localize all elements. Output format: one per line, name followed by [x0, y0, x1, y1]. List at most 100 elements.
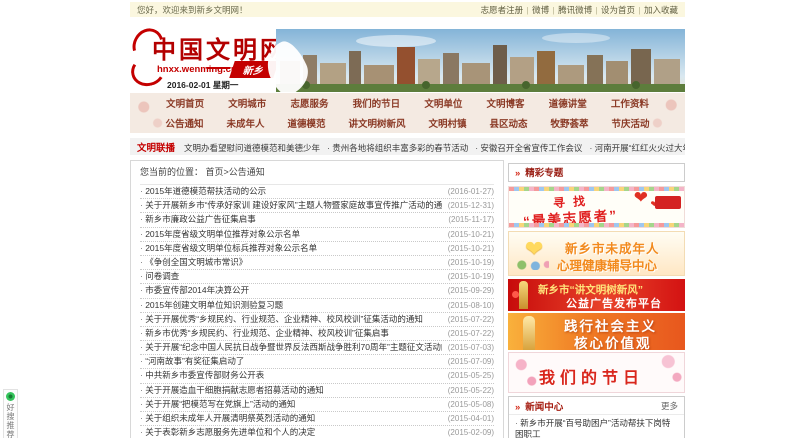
topics-header: »精彩专题 — [508, 163, 685, 182]
nav-item[interactable]: 工作资料 — [611, 96, 649, 110]
double-arrow-icon: » — [515, 402, 520, 413]
site-logo[interactable]: 中国文明网 — [152, 30, 287, 65]
nav-item[interactable]: 我们的节日 — [353, 96, 401, 110]
city-skyline-photo — [276, 29, 685, 92]
notice-row: 关于开展“纪念中国人民抗日战争暨世界反法西斯战争胜利70周年”主题征文活动的通知… — [140, 341, 494, 355]
nav-item[interactable]: 牧野荟萃 — [550, 116, 588, 130]
topbar-link[interactable]: 设为首页 — [601, 5, 635, 15]
separator: | — [593, 5, 600, 15]
notice-link[interactable]: 关于开展造血干细胞捐献志愿者招募活动的通知 — [140, 384, 324, 397]
ticker-item[interactable]: · 河南开展“红红火火过大年”志 — [589, 143, 685, 153]
nav-item[interactable]: 文明首页 — [166, 96, 204, 110]
header-date: 2016-02-01 星期一 — [167, 79, 238, 91]
notice-row: 市委宣传部2014年决算公开 (2015-09-29) — [140, 284, 494, 298]
banner-badge — [655, 196, 681, 209]
breadcrumb-prefix: 您当前的位置： — [140, 167, 203, 177]
notice-link[interactable]: 2015年创建文明单位知识测验复习题 — [140, 299, 283, 312]
nav-item[interactable]: 讲文明树新风 — [348, 116, 405, 130]
notice-link[interactable]: 问卷调查 — [140, 270, 179, 283]
notice-date: (2015-10-21) — [448, 228, 494, 241]
notice-date: (2015-12-31) — [448, 199, 494, 212]
banner-text: 我们的节日 — [539, 364, 644, 388]
main-nav: 文明首页 文明城市 志愿服务 我们的节日 文明单位 文明博客 道德讲堂 工作资料 公告通知 未成… — [130, 93, 685, 133]
banner-best-volunteers[interactable]: 寻找 “最美志愿者” ❤ ❤ — [508, 186, 685, 228]
notice-date: (2015-07-09) — [448, 355, 494, 368]
notice-row: 问卷调查(2015-10-19) — [140, 270, 494, 284]
plugin-icon — [6, 392, 15, 401]
nav-item[interactable]: 未成年人 — [226, 116, 264, 130]
nav-row-2: 公告通知 未成年人 道德模范 讲文明树新风 文明村镇 县区动态 牧野荟萃 节庆活动 — [130, 113, 685, 133]
topbar-link[interactable]: 微博 — [532, 5, 549, 15]
notice-link[interactable]: 关于开展优秀“乡规民约、行业规范、企业精神、校风校训”征集活动的通知 — [140, 313, 423, 326]
notice-date: (2015-02-09) — [448, 426, 494, 438]
notice-link[interactable]: 2015年度省级文明单位标兵推荐对象公示名单 — [140, 242, 317, 255]
notice-link[interactable]: 2015年道德模范帮扶活动的公示 — [140, 185, 266, 198]
notice-link[interactable]: 关于组织未成年人开展清明祭英烈活动的通知 — [140, 412, 315, 425]
ticker-items: 文明办看望慰问道德模范和美德少年 · 贵州各地将组织丰富多彩的春节活动 · 安徽召开… — [184, 138, 685, 155]
notice-link[interactable]: 新乡市优秀“乡规民约、行业规范、企业精神、校风校训”征集启事 — [140, 327, 389, 340]
notice-link[interactable]: 中共新乡市委宣传部财务公开表 — [140, 369, 264, 382]
banner-text: 公益广告发布平台 — [566, 295, 662, 311]
notice-link[interactable]: 关于开展新乡市“传承好家训 建设好家风”主题人物暨家庭故事宣传推广活动的通知 — [140, 199, 442, 212]
notice-date: (2015-07-22) — [448, 313, 494, 326]
notice-row: 2015年道德模范帮扶活动的公示(2016-01-27) — [140, 185, 494, 199]
site-url: hnxx.wenming.cn — [157, 64, 237, 75]
browser-plugin-widget[interactable]: 好搜推荐 — [3, 389, 18, 438]
more-link[interactable]: 更多 — [661, 400, 678, 412]
notice-row: 关于开展“把模范写在党旗上”活动的通知 (2015-05-08) — [140, 398, 494, 412]
notice-link[interactable]: 《争创全国文明城市常识》 — [140, 256, 247, 269]
notice-date: (2015-10-21) — [448, 242, 494, 255]
nav-item[interactable]: 文明村镇 — [428, 116, 466, 130]
notice-date: (2015-09-29) — [448, 284, 494, 297]
notice-link[interactable]: 关于开展“把模范写在党旗上”活动的通知 — [140, 398, 295, 411]
notice-date: (2015-10-19) — [448, 256, 494, 269]
notice-row: 关于开展优秀“乡规民约、行业规范、企业精神、校风校训”征集活动的通知 (2015-… — [140, 313, 494, 327]
banner-minors-counseling-center[interactable]: ❤ 新乡市未成年人 心理健康辅导中心 — [508, 231, 685, 276]
ticker-item[interactable]: 文明办看望慰问道德模范和美德少年 — [184, 143, 320, 153]
notice-date: (2015-05-25) — [448, 369, 494, 382]
news-center-panel: »新闻中心 更多 新乡市开展“百号助困户”活动帮扶下岗特困职工 — [508, 396, 685, 438]
sidebar: »精彩专题 寻找 “最美志愿者” ❤ ❤ ❤ 新乡市未成年人 心理健康辅导中心 … — [508, 163, 685, 438]
banner-psa-platform[interactable]: 新乡市“讲文明树新风” 公益广告发布平台 — [508, 279, 685, 311]
separator: | — [636, 5, 643, 15]
notice-link[interactable]: 关于表彰新乡志愿服务先进单位和个人的决定 — [140, 426, 315, 438]
topbar-link[interactable]: 志愿者注册 — [481, 5, 524, 15]
nav-item[interactable]: 节庆活动 — [611, 116, 649, 130]
notice-row: 新乡市优秀“乡规民约、行业规范、企业精神、校风校训”征集启事 (2015-07-2… — [140, 327, 494, 341]
topbar-link[interactable]: 腾讯微博 — [558, 5, 592, 15]
ticker-item[interactable]: · 贵州各地将组织丰富多彩的春节活动 — [327, 143, 468, 153]
nav-item[interactable]: 公告通知 — [165, 116, 203, 130]
ticker-item[interactable]: · 安徽召开全省宣传工作会议 — [475, 143, 582, 153]
nav-item[interactable]: 志愿服务 — [290, 96, 328, 110]
news-ticker: 文明联播 文明办看望慰问道德模范和美德少年 · 贵州各地将组织丰富多彩的春节活动 ·… — [130, 138, 685, 155]
notice-date: (2015-07-22) — [448, 327, 494, 340]
ticker-label: 文明联播 — [137, 140, 175, 154]
notice-row: 2015年度省级文明单位标兵推荐对象公示名单 (2015-10-21) — [140, 242, 494, 256]
notice-row: 《争创全国文明城市常识》 (2015-10-19) — [140, 256, 494, 270]
topbar-link[interactable]: 加入收藏 — [644, 5, 678, 15]
notice-row: 中共新乡市委宣传部财务公开表 (2015-05-25) — [140, 369, 494, 383]
notice-link[interactable]: 关于开展“纪念中国人民抗日战争暨世界反法西斯战争胜利70周年”主题征文活动的通知 — [140, 341, 442, 354]
notice-row: 关于开展新乡市“传承好家训 建设好家风”主题人物暨家庭故事宣传推广活动的通知 (2… — [140, 199, 494, 213]
separator: | — [524, 5, 531, 15]
notice-link[interactable]: 新乡市廉政公益广告征集启事 — [140, 213, 256, 226]
banner-core-values[interactable]: 践行社会主义 核心价值观 — [508, 313, 685, 350]
news-item-link[interactable]: 新乡市开展“百号助困户”活动帮扶下岗特困职工 — [509, 415, 684, 438]
breadcrumb-path[interactable]: 首页>公告通知 — [206, 167, 265, 177]
breadcrumb: 您当前的位置： 首页>公告通知 — [140, 161, 494, 185]
notice-link[interactable]: 市委宣传部2014年决算公开 — [140, 284, 249, 297]
nav-item[interactable]: 县区动态 — [489, 116, 527, 130]
separator: | — [550, 5, 557, 15]
notice-link[interactable]: “河南故事”有奖征集启动了 — [140, 355, 244, 368]
nav-item[interactable]: 文明单位 — [424, 96, 462, 110]
double-arrow-icon: » — [515, 168, 520, 179]
greeting-text: 您好，欢迎来到新乡文明网！ — [137, 4, 248, 16]
nav-item[interactable]: 道德讲堂 — [549, 96, 587, 110]
notice-link[interactable]: 2015年度省级文明单位推荐对象公示名单 — [140, 228, 300, 241]
nav-item[interactable]: 文明城市 — [228, 96, 266, 110]
banner-our-festivals[interactable]: 我们的节日 — [508, 352, 685, 393]
nav-item[interactable]: 文明博客 — [487, 96, 525, 110]
nav-item[interactable]: 道德模范 — [287, 116, 325, 130]
notice-row: 2015年创建文明单位知识测验复习题(2015-08-10) — [140, 299, 494, 313]
notice-date: (2015-05-08) — [448, 398, 494, 411]
